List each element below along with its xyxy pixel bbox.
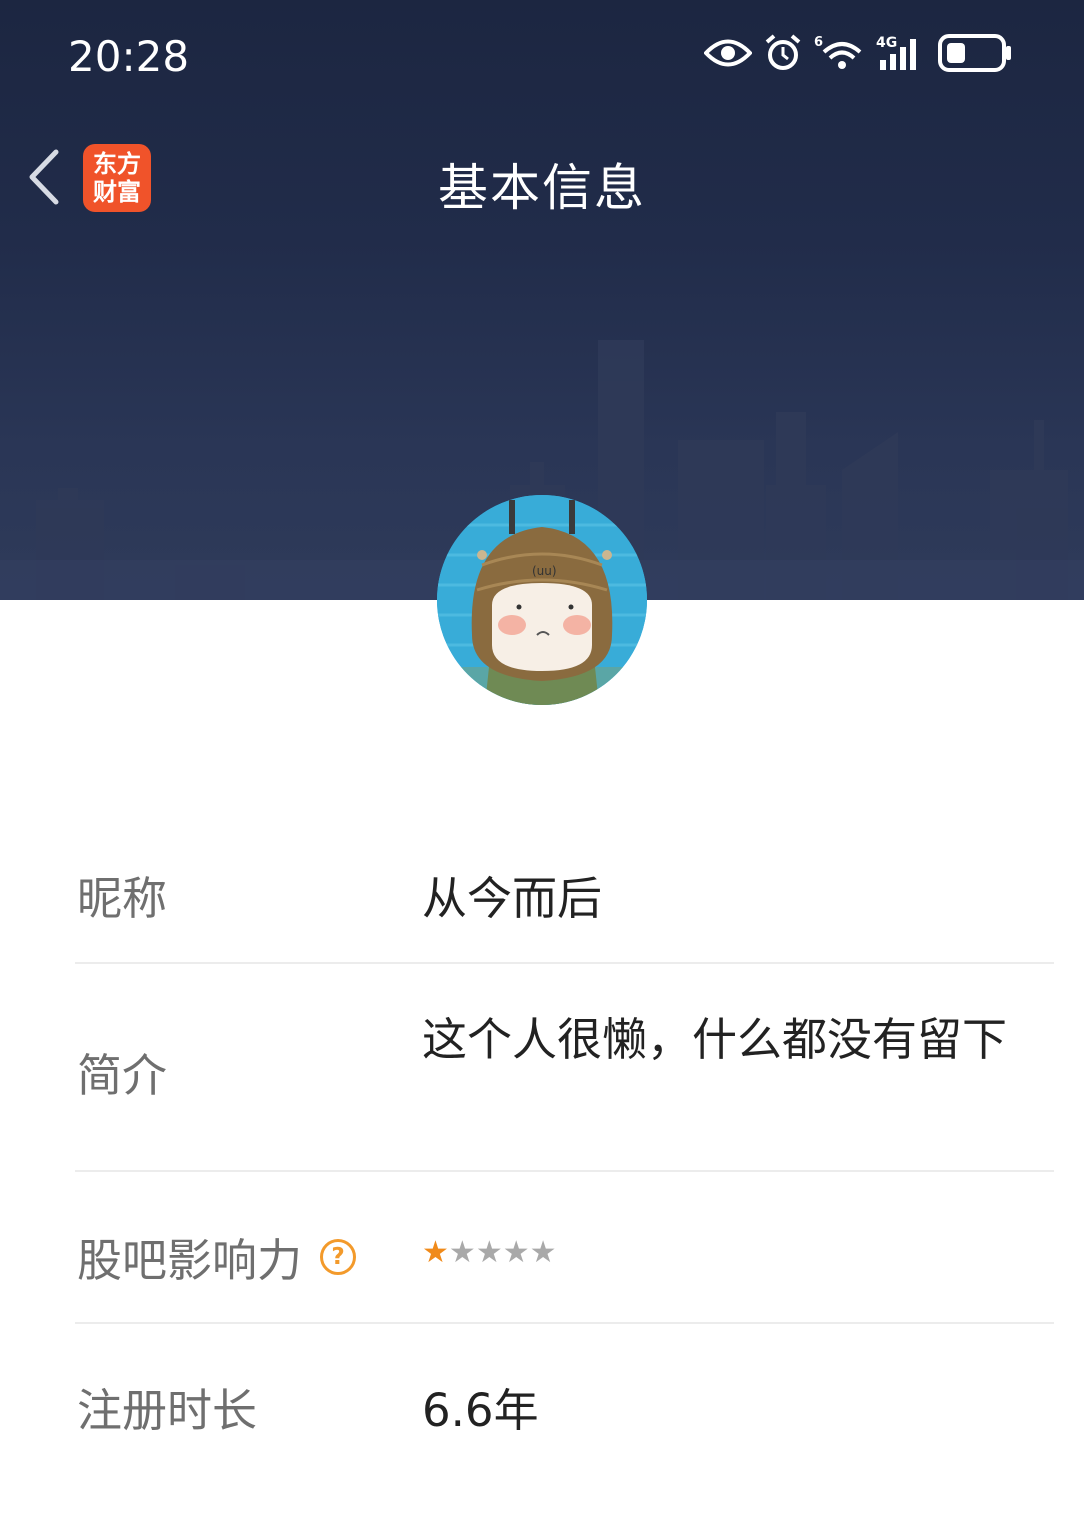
influence-row: 股吧影响力 ? ★ ★ ★ ★ ★ (75, 1172, 1054, 1324)
influence-stars: ★ ★ ★ ★ ★ (422, 1238, 557, 1268)
star-empty-icon: ★ (475, 1235, 503, 1270)
influence-label: 股吧影响力 (77, 1234, 303, 1287)
page-title: 基本信息 (438, 159, 646, 217)
eye-icon (704, 36, 752, 70)
status-icons: 6 4G (704, 34, 1012, 72)
register-duration-label: 注册时长 (77, 1384, 258, 1437)
alarm-icon (764, 34, 802, 72)
star-filled-icon: ★ (422, 1235, 449, 1270)
svg-text:6: 6 (814, 35, 823, 50)
register-duration-value: 6.6年 (422, 1384, 539, 1437)
intro-row: 简介 这个人很懒，什么都没有留下 (75, 964, 1054, 1172)
battery-icon (938, 34, 1012, 72)
star-empty-icon: ★ (502, 1235, 530, 1270)
profile-basic-info-page: 20:28 6 4G 东方 财富 基本信息 (uu) 昵称 从今而后 简介 这个… (0, 0, 1084, 1514)
help-question-icon[interactable]: ? (320, 1238, 357, 1275)
influence-label-wrap: 股吧影响力 ? (77, 1224, 357, 1289)
intro-value: 这个人很懒，什么都没有留下 (422, 1013, 1008, 1066)
avatar[interactable]: (uu) (437, 495, 647, 705)
nickname-row: 昵称 从今而后 (75, 810, 1054, 964)
register-duration-row: 注册时长 6.6年 (75, 1324, 1054, 1484)
svg-text:(uu): (uu) (532, 564, 557, 578)
info-list: 昵称 从今而后 简介 这个人很懒，什么都没有留下 股吧影响力 ? ★ ★ ★ ★ ★ 注… (75, 810, 1054, 1484)
nickname-label: 昵称 (77, 872, 168, 925)
wifi-6-icon: 6 (814, 34, 864, 72)
status-time: 20:28 (68, 32, 190, 81)
nickname-value: 从今而后 (422, 872, 603, 925)
star-empty-icon: ★ (529, 1235, 557, 1270)
signal-4g-icon: 4G (876, 34, 926, 72)
star-empty-icon: ★ (448, 1235, 476, 1270)
intro-label: 简介 (77, 1049, 168, 1102)
svg-text:4G: 4G (876, 35, 897, 51)
avatar-cartoon-image: (uu) (437, 495, 647, 705)
